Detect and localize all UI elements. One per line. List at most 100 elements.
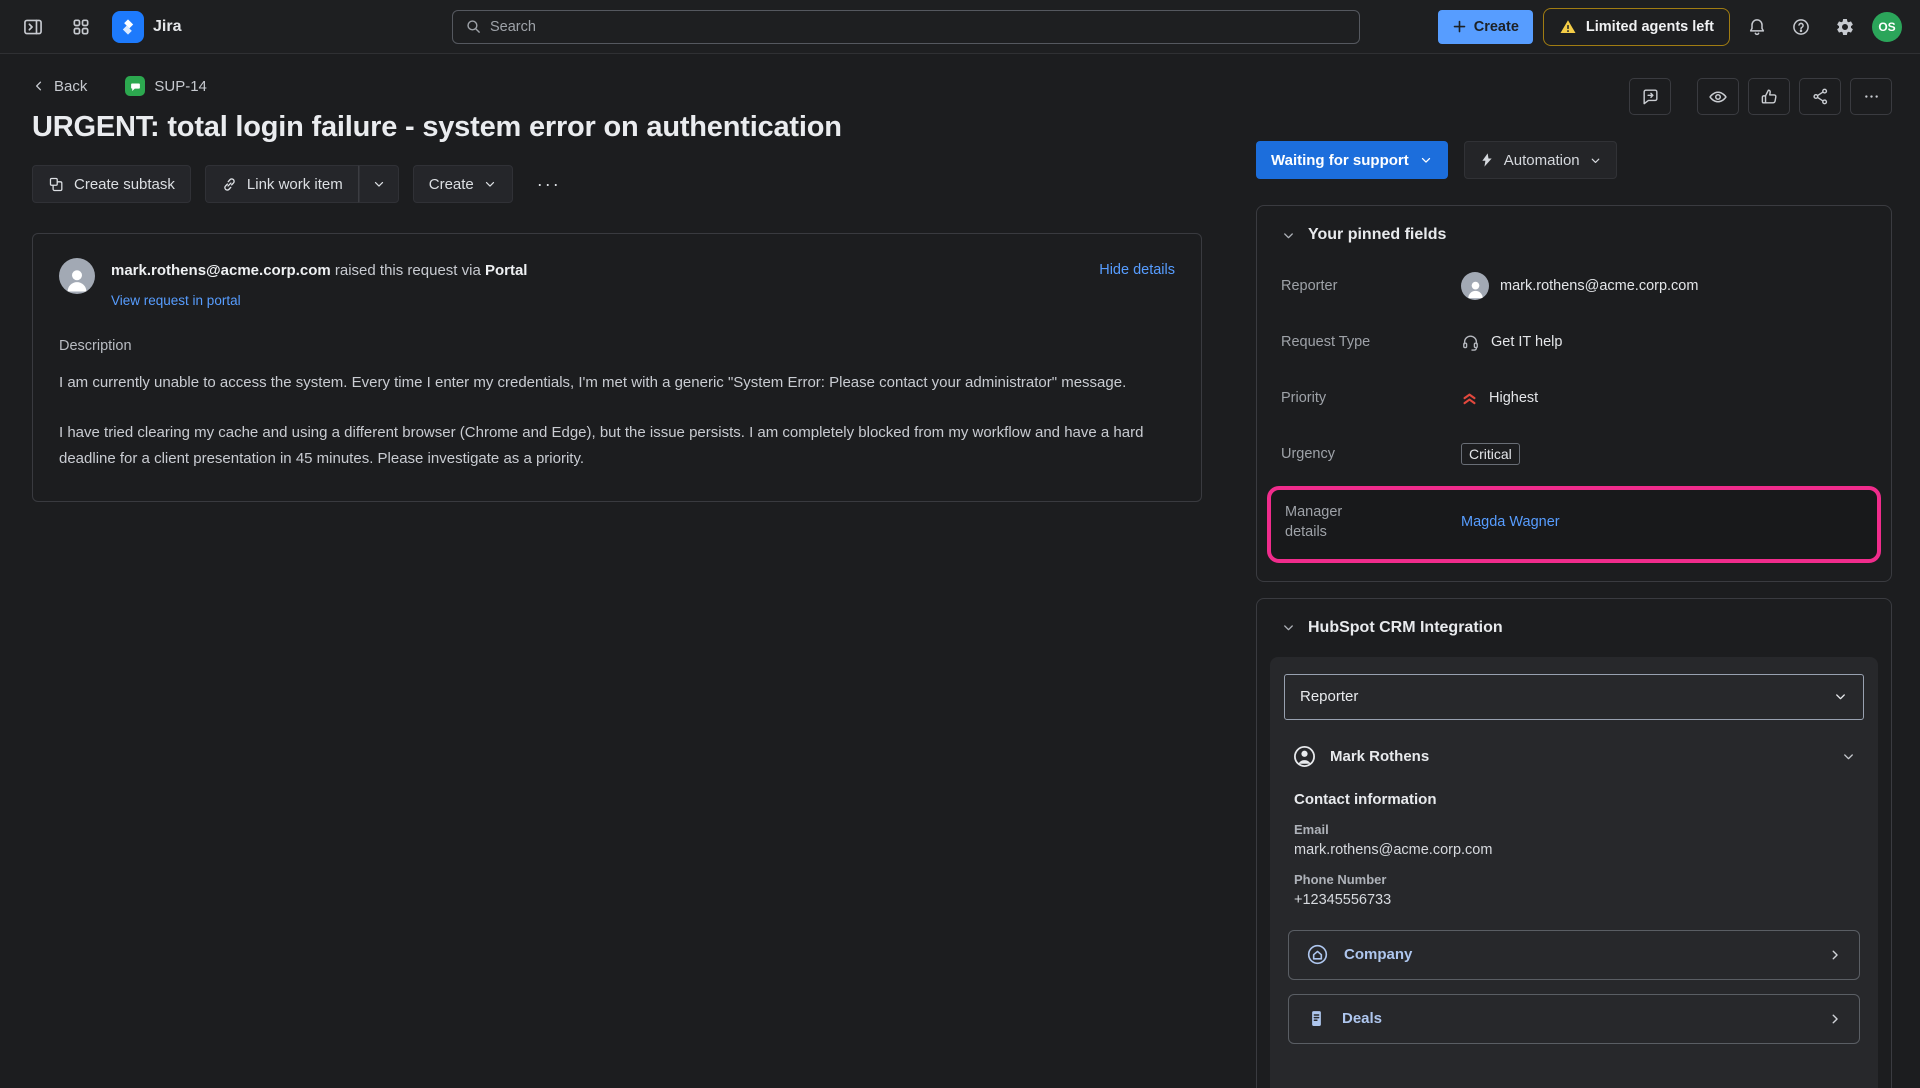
feedback-icon	[1641, 87, 1660, 106]
reporter-avatar	[1461, 272, 1489, 300]
request-details-panel: mark.rothens@acme.corp.com raised this r…	[32, 233, 1202, 502]
notifications-button[interactable]	[1740, 10, 1774, 44]
help-button[interactable]	[1784, 10, 1818, 44]
settings-button[interactable]	[1828, 10, 1862, 44]
app-switcher-button[interactable]	[64, 10, 98, 44]
pinned-fields-card: Your pinned fields Reporter mark.rothens…	[1256, 205, 1892, 582]
jira-logo-icon	[112, 11, 144, 43]
user-avatar[interactable]: OS	[1872, 12, 1902, 42]
create-dropdown-button[interactable]: Create	[413, 165, 513, 203]
global-create-button[interactable]: Create	[1438, 10, 1533, 44]
link-work-item-split-button: Link work item	[205, 165, 399, 203]
email-value: mark.rothens@acme.corp.com	[1294, 842, 1854, 858]
gear-icon	[1835, 17, 1855, 37]
status-row: Waiting for support Automation	[1256, 141, 1892, 179]
email-label: Email	[1294, 822, 1854, 837]
deals-button[interactable]: Deals	[1288, 994, 1860, 1044]
hubspot-view-select[interactable]: Reporter	[1284, 674, 1864, 720]
vote-button[interactable]	[1748, 78, 1790, 115]
bolt-icon	[1479, 152, 1495, 168]
hubspot-header[interactable]: HubSpot CRM Integration	[1281, 619, 1867, 637]
link-icon	[221, 176, 238, 193]
person-circle-icon	[1292, 744, 1317, 769]
expand-sidebar-button[interactable]	[16, 10, 50, 44]
priority-value[interactable]: Highest	[1461, 390, 1538, 407]
chevron-left-icon	[32, 79, 46, 93]
issue-title: URGENT: total login failure - system err…	[32, 111, 1202, 144]
raised-via-text: mark.rothens@acme.corp.com raised this r…	[111, 258, 527, 281]
request-type-value[interactable]: Get IT help	[1461, 333, 1562, 352]
plus-icon	[1452, 19, 1467, 34]
jira-home-link[interactable]: Jira	[112, 11, 181, 43]
automation-dropdown[interactable]: Automation	[1464, 141, 1617, 179]
link-work-item-dropdown[interactable]	[359, 165, 399, 203]
chevron-down-icon	[372, 177, 386, 191]
search-icon	[465, 18, 482, 35]
home-circle-icon	[1306, 943, 1329, 966]
field-row-manager-details: Manager details Magda Wagner	[1285, 502, 1863, 543]
create-subtask-button[interactable]: Create subtask	[32, 165, 191, 203]
field-row-urgency: Urgency Critical	[1281, 440, 1867, 468]
reporter-value[interactable]: mark.rothens@acme.corp.com	[1461, 272, 1698, 300]
feedback-button[interactable]	[1629, 78, 1671, 115]
chevron-right-icon	[1828, 948, 1842, 962]
ellipsis-icon	[1862, 87, 1881, 106]
request-type-icon	[125, 76, 145, 96]
manager-details-highlight: Manager details Magda Wagner	[1267, 486, 1881, 563]
ellipsis-icon: ···	[537, 174, 561, 194]
chevron-down-icon	[1833, 689, 1848, 704]
description-label: Description	[59, 338, 1175, 354]
priority-highest-icon	[1461, 390, 1478, 407]
share-button[interactable]	[1799, 78, 1841, 115]
field-row-request-type: Request Type Get IT help	[1281, 328, 1867, 356]
status-dropdown[interactable]: Waiting for support	[1256, 141, 1448, 179]
issue-toolbar	[1256, 78, 1892, 115]
global-search[interactable]	[452, 10, 1360, 44]
eye-icon	[1708, 87, 1728, 107]
more-actions-button[interactable]: ···	[527, 165, 571, 203]
search-input[interactable]	[490, 19, 1347, 35]
subtask-icon	[48, 176, 65, 193]
link-work-item-button[interactable]: Link work item	[205, 165, 359, 203]
hide-details-link[interactable]: Hide details	[1099, 258, 1175, 278]
phone-label: Phone Number	[1294, 872, 1854, 887]
headset-icon	[1461, 333, 1480, 352]
issue-actions: Create subtask Link work item	[32, 165, 1202, 203]
top-navigation-bar: Jira Create Limited agents left	[0, 0, 1920, 54]
manager-details-link[interactable]: Magda Wagner	[1461, 514, 1560, 530]
chevron-down-icon	[1419, 153, 1433, 167]
description-paragraph-1: I am currently unable to access the syst…	[59, 370, 1175, 396]
hubspot-crm-card: HubSpot CRM Integration Reporter Mark Ro…	[1256, 598, 1892, 1088]
hubspot-contact-row[interactable]: Mark Rothens	[1284, 736, 1864, 777]
issue-main-content: Back SUP-14 URGENT: total login failure …	[0, 54, 1256, 1088]
app-name: Jira	[153, 18, 181, 36]
thumbs-up-icon	[1760, 87, 1779, 106]
chevron-right-icon	[1828, 1012, 1842, 1026]
warning-icon	[1559, 18, 1577, 36]
chevron-down-icon	[1841, 749, 1856, 764]
reporter-avatar	[59, 258, 95, 294]
contact-information-title: Contact information	[1294, 791, 1854, 808]
chevron-down-icon	[1589, 154, 1602, 167]
help-icon	[1791, 17, 1811, 37]
back-link[interactable]: Back	[32, 78, 87, 95]
jira-app-window: Jira Create Limited agents left	[0, 0, 1920, 1088]
limited-agents-button[interactable]: Limited agents left	[1543, 8, 1730, 46]
chevron-down-icon	[1281, 228, 1296, 243]
pinned-fields-header[interactable]: Your pinned fields	[1281, 226, 1867, 244]
company-button[interactable]: Company	[1288, 930, 1860, 980]
chevron-down-icon	[1281, 620, 1296, 635]
watch-button[interactable]	[1697, 78, 1739, 115]
bell-icon	[1747, 17, 1767, 37]
description-paragraph-2: I have tried clearing my cache and using…	[59, 420, 1175, 472]
more-options-button[interactable]	[1850, 78, 1892, 115]
urgency-badge[interactable]: Critical	[1461, 443, 1520, 465]
issue-key-link[interactable]: SUP-14	[125, 76, 207, 96]
app-switcher-icon	[71, 17, 91, 37]
field-row-reporter: Reporter mark.rothens@acme.corp.com	[1281, 272, 1867, 300]
field-row-priority: Priority Highest	[1281, 384, 1867, 412]
phone-value: +12345556733	[1294, 892, 1854, 908]
chevron-down-icon	[483, 177, 497, 191]
breadcrumb: Back SUP-14	[32, 76, 1202, 96]
view-request-in-portal-link[interactable]: View request in portal	[111, 293, 241, 308]
